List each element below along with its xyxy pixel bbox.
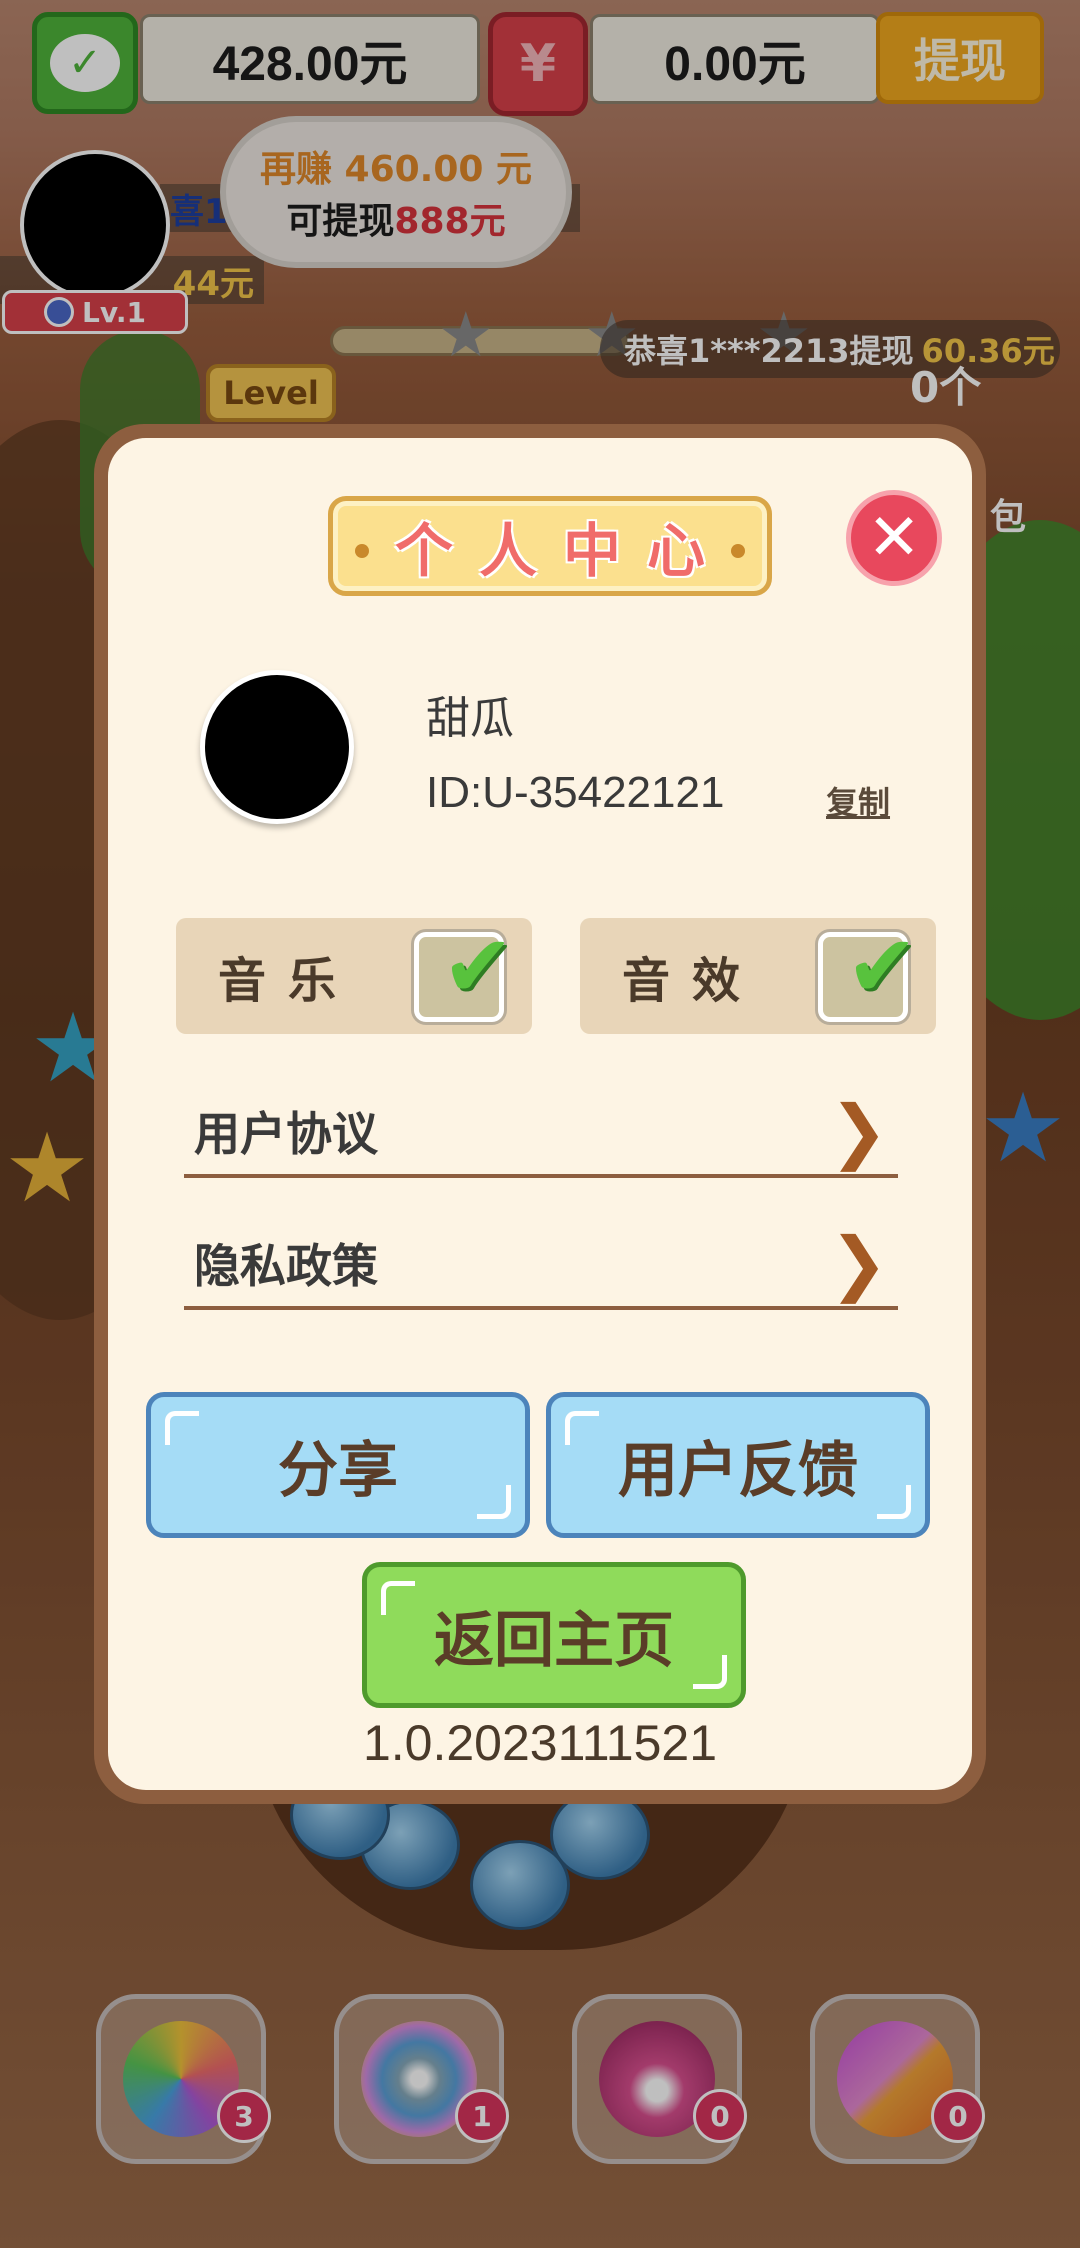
sound-effect-toggle[interactable]: 音效 ✔ bbox=[580, 918, 936, 1034]
close-button[interactable]: ✕ bbox=[846, 490, 942, 586]
checkmark-icon: ✔ bbox=[441, 917, 514, 1017]
sound-effect-label: 音效 bbox=[622, 953, 763, 1009]
dialog-title: 个人中心 bbox=[394, 517, 731, 585]
privacy-policy-link[interactable]: 隐私政策 ❯ bbox=[184, 1220, 898, 1310]
copy-id-button[interactable]: 复制 bbox=[826, 778, 890, 824]
profile-avatar bbox=[200, 670, 354, 824]
chevron-right-icon: ❯ bbox=[829, 1090, 888, 1172]
feedback-button[interactable]: 用户反馈 bbox=[546, 1392, 930, 1538]
checkmark-icon: ✔ bbox=[845, 917, 918, 1017]
chevron-right-icon: ❯ bbox=[829, 1222, 888, 1304]
personal-center-dialog: 个人中心 ✕ 甜瓜 ID:U-35422121 复制 音乐 ✔ 音效 ✔ 用户协… bbox=[94, 424, 986, 1804]
dialog-body: 个人中心 ✕ 甜瓜 ID:U-35422121 复制 音乐 ✔ 音效 ✔ 用户协… bbox=[108, 438, 972, 1790]
profile-user-id: ID:U-35422121 bbox=[426, 768, 725, 817]
music-toggle[interactable]: 音乐 ✔ bbox=[176, 918, 532, 1034]
user-agreement-link[interactable]: 用户协议 ❯ bbox=[184, 1088, 898, 1178]
return-home-button[interactable]: 返回主页 bbox=[362, 1562, 746, 1708]
profile-nickname: 甜瓜 bbox=[426, 693, 514, 744]
share-label: 分享 bbox=[278, 1435, 398, 1506]
dialog-title-banner: 个人中心 bbox=[328, 496, 772, 596]
privacy-policy-label: 隐私政策 bbox=[194, 1239, 378, 1293]
close-icon: ✕ bbox=[867, 501, 921, 575]
music-label: 音乐 bbox=[218, 953, 359, 1009]
app-version: 1.0.2023111521 bbox=[362, 1715, 718, 1771]
share-button[interactable]: 分享 bbox=[146, 1392, 530, 1538]
return-home-label: 返回主页 bbox=[434, 1605, 674, 1676]
user-agreement-label: 用户协议 bbox=[194, 1107, 378, 1161]
feedback-label: 用户反馈 bbox=[618, 1435, 858, 1506]
